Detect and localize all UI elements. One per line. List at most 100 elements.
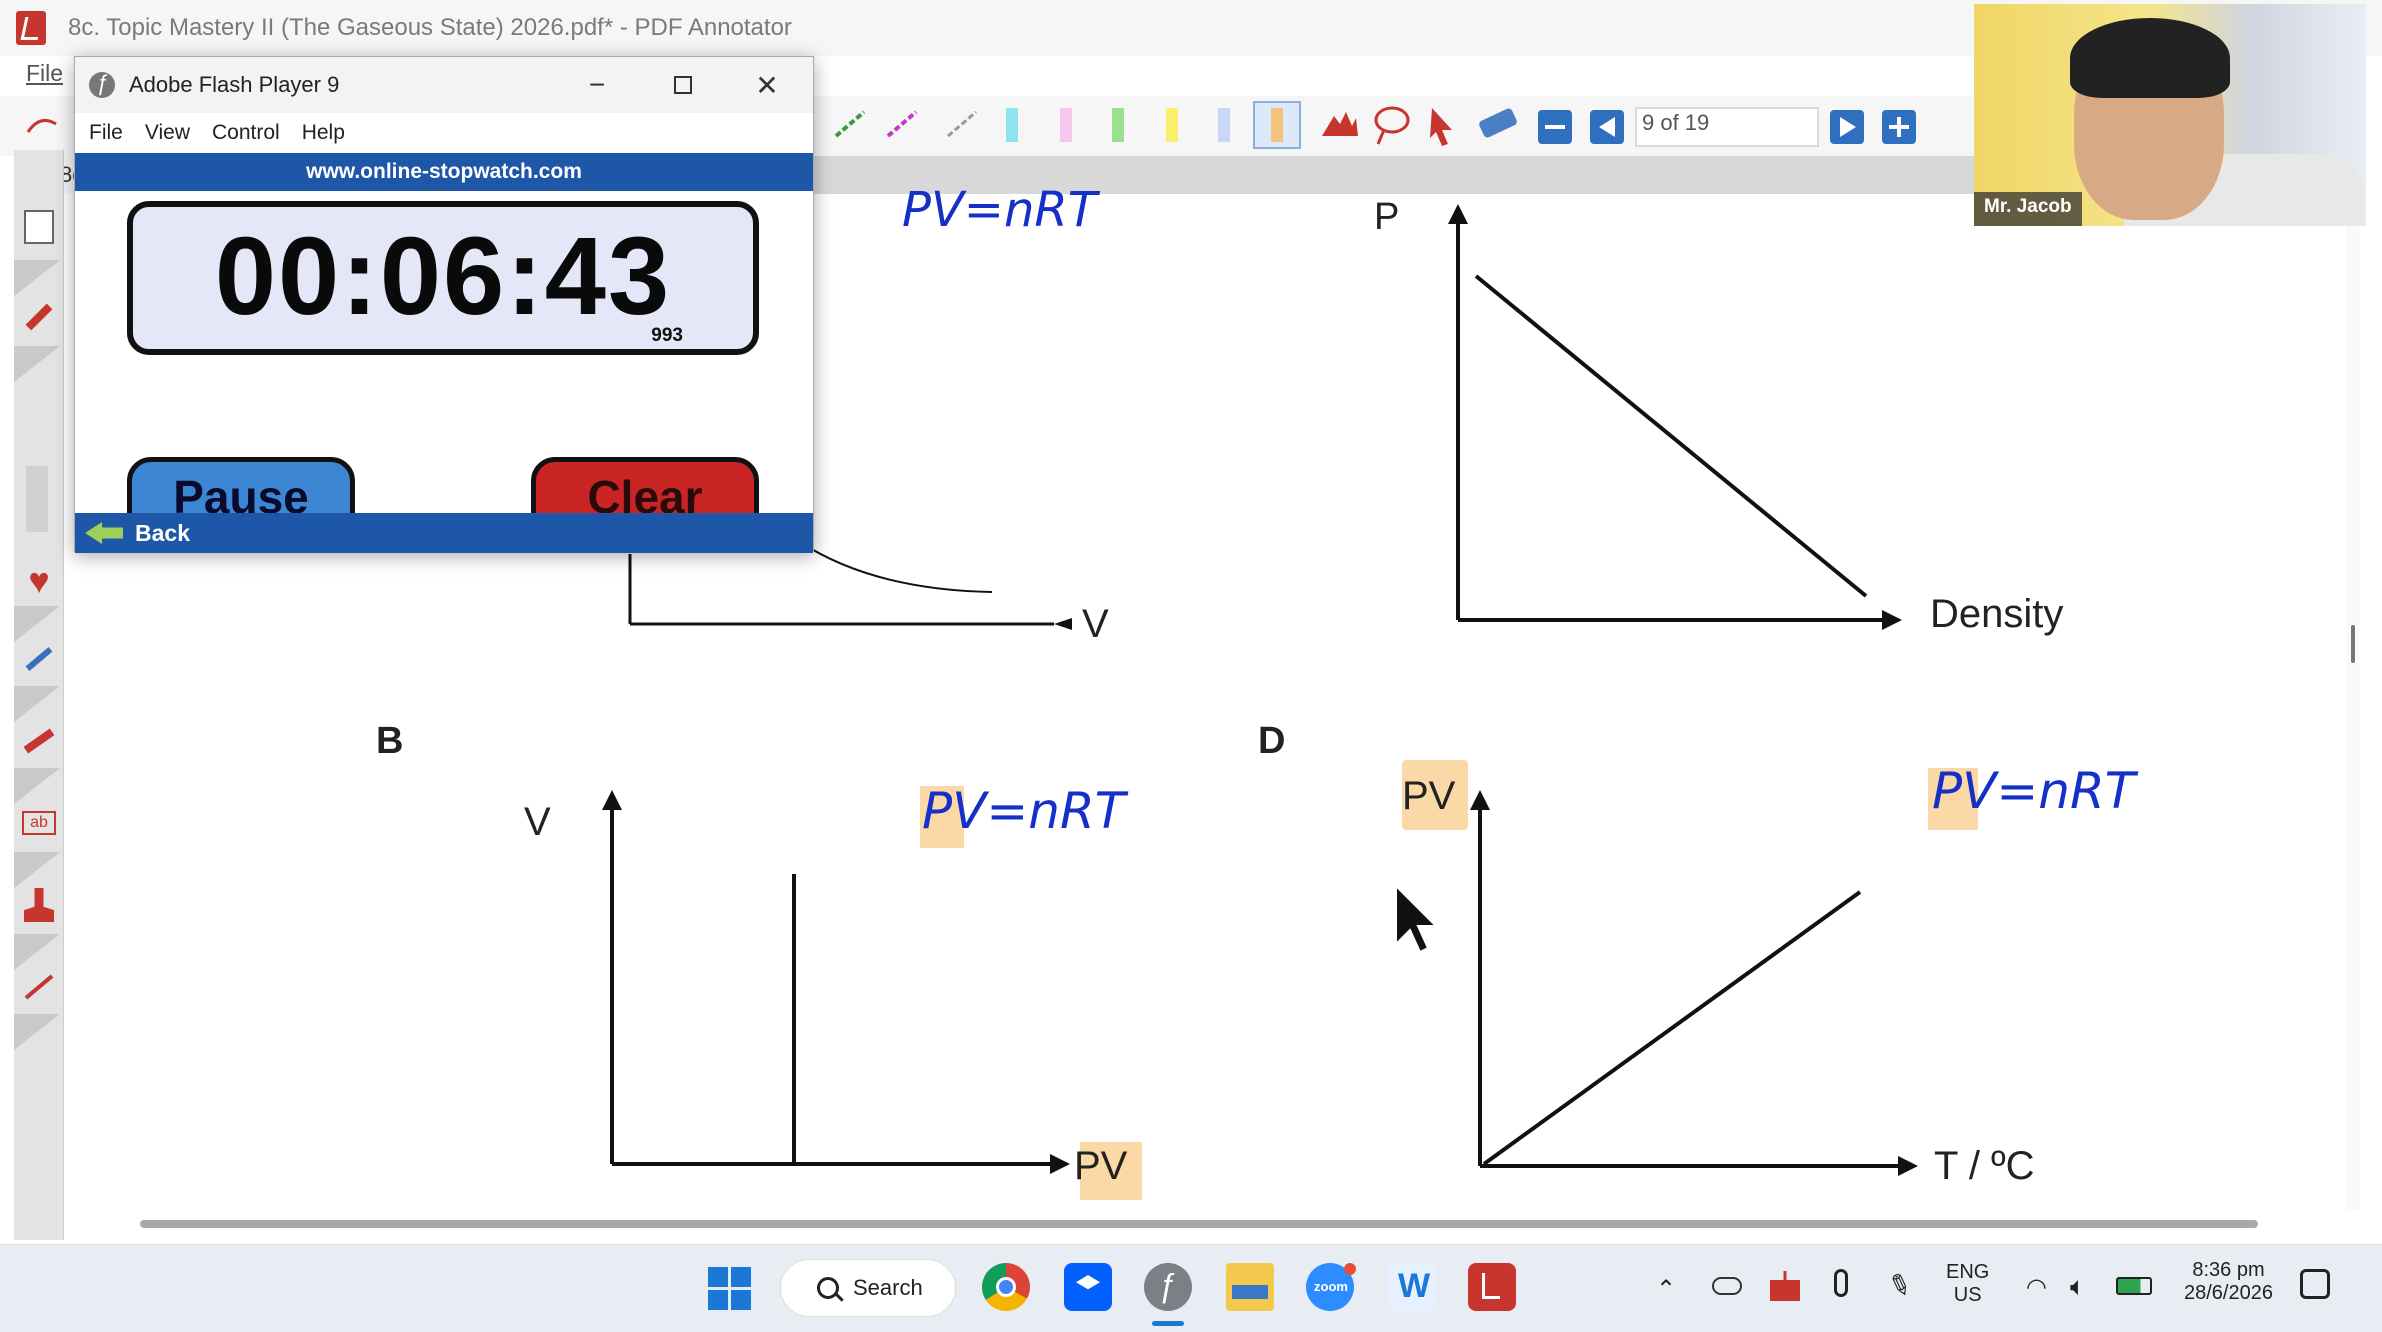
clock-time: 8:36 pm <box>2192 1259 2265 1281</box>
chrome-icon[interactable] <box>982 1263 1030 1311</box>
graph-d-letter: D <box>1258 720 1286 762</box>
graph-a <box>628 541 1072 630</box>
select-arrow-icon[interactable] <box>1430 108 1452 146</box>
horizontal-scrollbar[interactable] <box>140 1220 2258 1228</box>
arrow-line-icon[interactable] <box>18 966 60 1008</box>
green-pen-icon[interactable] <box>834 110 866 138</box>
graph-c-y-label: P <box>1374 196 1400 238</box>
vertical-scrollbar[interactable] <box>2346 190 2360 1210</box>
blue-highlighter-icon[interactable] <box>1218 108 1230 142</box>
search-icon <box>817 1277 839 1299</box>
graph-b <box>602 790 1070 1174</box>
flash-menu-control[interactable]: Control <box>212 121 280 145</box>
taskbar-search[interactable]: Search <box>780 1259 956 1317</box>
flash-menu-bar: File View Control Help <box>75 113 813 153</box>
stopwatch-time: 00:06:43 <box>214 215 672 338</box>
zoom-icon[interactable]: zoom <box>1306 1263 1356 1311</box>
clock[interactable]: 8:36 pm 28/6/2026 <box>2184 1259 2273 1305</box>
magenta-pen-icon[interactable] <box>886 110 918 138</box>
blank-page-icon[interactable] <box>18 206 60 248</box>
menu-file[interactable]: File <box>26 60 63 87</box>
palette-scroll[interactable] <box>26 466 48 532</box>
stopwatch-display: 00:06:43 993 <box>127 201 759 355</box>
marker-icon[interactable] <box>18 720 60 762</box>
next-page-icon[interactable] <box>1830 110 1864 144</box>
webcam-video: Mr. Jacob <box>1974 4 2366 226</box>
favorites-heart-icon[interactable]: ♥ <box>18 560 60 602</box>
pen-tray-icon[interactable]: ✎ <box>1883 1266 1916 1305</box>
zoom-out-icon[interactable] <box>1538 110 1572 144</box>
microphone-icon[interactable] <box>1834 1269 1848 1297</box>
pink-highlighter-icon[interactable] <box>1060 108 1072 142</box>
hand-tool-icon[interactable] <box>1322 112 1358 136</box>
cyan-highlighter-icon[interactable] <box>1006 108 1018 142</box>
notification-icon[interactable] <box>2300 1269 2330 1299</box>
gift-icon[interactable] <box>1770 1271 1800 1301</box>
stamp-icon[interactable] <box>18 884 60 926</box>
pdf-annotator-taskbar-icon[interactable] <box>1468 1263 1516 1311</box>
flash-player-window: Adobe Flash Player 9 − ✕ File View Contr… <box>74 56 814 553</box>
menu-bar: File <box>0 56 80 96</box>
tool-palette: ♥ ab <box>14 150 64 1240</box>
handwriting-top: PV=nRT <box>902 182 1098 238</box>
back-button[interactable]: Back <box>75 513 813 553</box>
battery-icon[interactable] <box>2116 1277 2152 1295</box>
mouse-cursor-icon <box>1395 883 1439 954</box>
vertical-scroll-thumb[interactable] <box>2351 625 2355 663</box>
windows-start-icon[interactable] <box>706 1263 754 1311</box>
graph-b-x-label: PV <box>1074 1144 1128 1188</box>
screen: 8c. Topic Mastery II (The Gaseous State)… <box>0 0 2382 1332</box>
stopwatch-milliseconds: 993 <box>651 325 683 346</box>
curve-pen-icon[interactable] <box>18 638 60 680</box>
wifi-icon[interactable]: ◠ <box>2026 1273 2047 1302</box>
graph-d-y-label: PV <box>1402 774 1456 818</box>
back-label: Back <box>135 519 190 546</box>
dropbox-icon[interactable] <box>1064 1263 1112 1311</box>
zoom-in-icon[interactable] <box>1882 110 1916 144</box>
red-pen-icon[interactable] <box>18 296 60 338</box>
clock-date: 28/6/2026 <box>2184 1282 2273 1304</box>
flash-title-bar[interactable]: Adobe Flash Player 9 − ✕ <box>75 57 813 113</box>
stopwatch-body: www.online-stopwatch.com 00:06:43 993 Pa… <box>75 153 813 553</box>
graph-b-y-label: V <box>524 800 551 844</box>
pdf-annotator-logo-icon <box>16 11 46 45</box>
onedrive-cloud-icon[interactable] <box>1712 1277 1742 1295</box>
stopwatch-site-banner[interactable]: www.online-stopwatch.com <box>75 153 813 191</box>
w-app-icon[interactable]: W <box>1388 1263 1436 1311</box>
chevron-up-icon[interactable]: ⌃ <box>1656 1275 1676 1304</box>
graph-d-x-label: T / ºC <box>1934 1144 2035 1188</box>
page-indicator: 9 of 19 <box>1642 110 1710 135</box>
eraser-icon[interactable] <box>1478 107 1518 139</box>
taskbar: Search ƒ zoom W ⌃ ✎ ENG US ◠ 🔈︎ 8:36 pm … <box>0 1244 2382 1332</box>
green-highlighter-icon[interactable] <box>1112 108 1124 142</box>
lasso-icon[interactable] <box>1374 106 1410 145</box>
text-box-icon[interactable]: ab <box>18 802 60 844</box>
flash-menu-view[interactable]: View <box>145 121 190 145</box>
yellow-highlighter-icon[interactable] <box>1166 108 1178 142</box>
graph-b-note: PV=nRT <box>922 782 1126 840</box>
flash-menu-file[interactable]: File <box>89 121 123 145</box>
taskbar-search-label: Search <box>853 1275 923 1300</box>
minimize-icon[interactable]: − <box>575 65 619 105</box>
flash-menu-help[interactable]: Help <box>302 121 345 145</box>
gray-pen-icon[interactable] <box>947 110 977 138</box>
language-indicator[interactable]: ENG US <box>1946 1261 1989 1307</box>
graph-d-note: PV=nRT <box>1932 762 2136 820</box>
maximize-icon[interactable] <box>661 65 705 105</box>
back-arrow-icon <box>85 522 123 544</box>
file-explorer-icon[interactable] <box>1226 1263 1274 1311</box>
flash-player-icon <box>89 70 115 98</box>
flash-window-title: Adobe Flash Player 9 <box>129 72 340 97</box>
graph-b-letter: B <box>376 720 404 762</box>
graph-a-x-label: V <box>1082 602 1109 646</box>
close-icon[interactable]: ✕ <box>745 65 789 105</box>
previous-page-icon[interactable] <box>1590 110 1624 144</box>
flash-player-taskbar-icon[interactable]: ƒ <box>1144 1263 1192 1311</box>
graph-c-x-label: Density <box>1930 592 2064 636</box>
participant-name: Mr. Jacob <box>1974 192 2082 226</box>
graph-d <box>1470 790 1918 1176</box>
app-title: 8c. Topic Mastery II (The Gaseous State)… <box>68 14 792 41</box>
volume-icon[interactable]: 🔈︎ <box>2070 1271 2086 1303</box>
freehand-icon[interactable] <box>26 118 57 133</box>
graph-c <box>1448 204 1902 630</box>
